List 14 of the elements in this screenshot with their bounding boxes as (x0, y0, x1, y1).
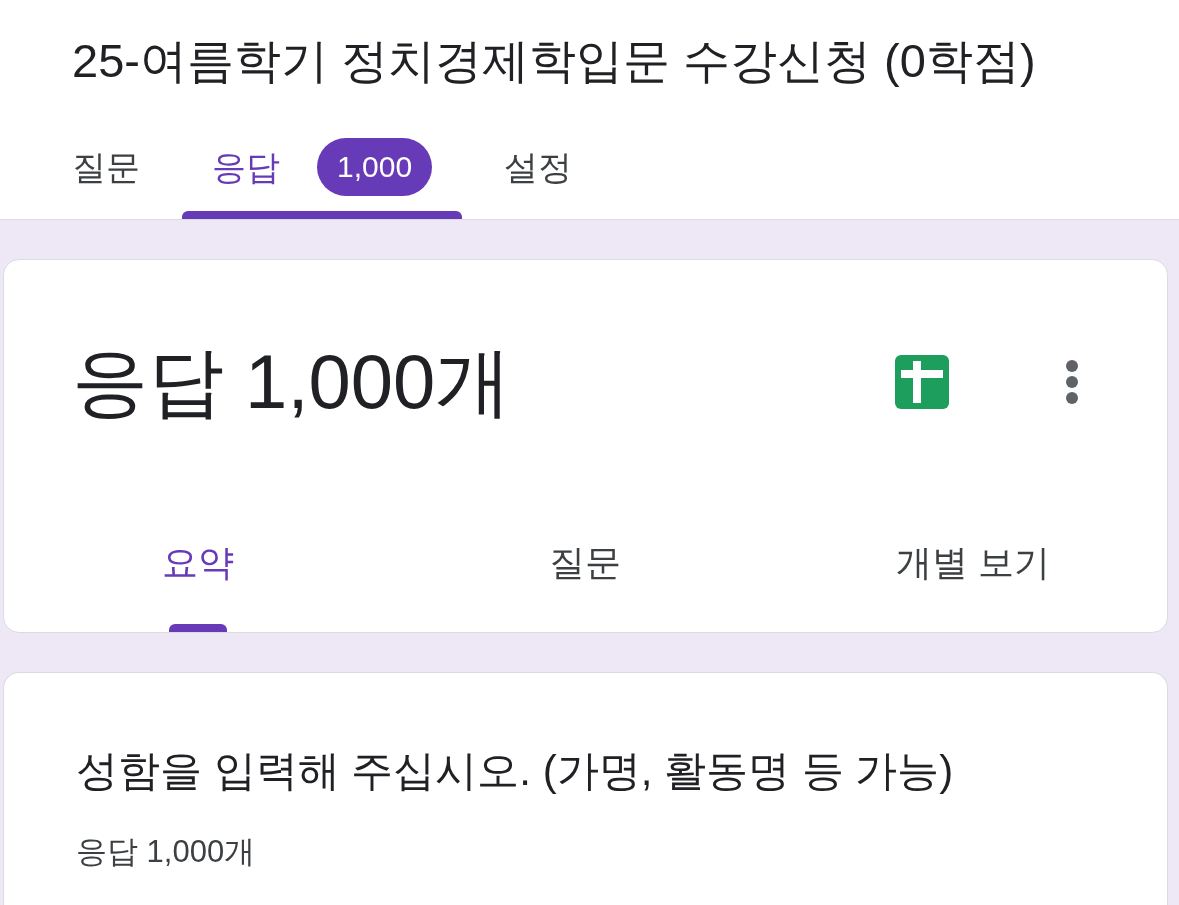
count-badge: 1,000 (317, 138, 433, 196)
response-count-heading: 응답 1,000개 (72, 344, 512, 420)
response-count: 응답 1,000개 (76, 835, 256, 869)
form-title: 25-여름학기 정치경제학입문 수강신청 (0학점) (72, 33, 1036, 89)
more-options-icon[interactable] (1065, 359, 1079, 405)
tab[interactable]: 요약 (4, 498, 392, 632)
tab[interactable]: 설정 (474, 135, 603, 219)
tab[interactable]: 질문 (391, 498, 780, 632)
question-title: 성함을 입력해 주십시오. (가명, 활동명 등 가능) (76, 746, 954, 796)
spreadsheet-icon[interactable] (895, 355, 949, 409)
tab[interactable]: 개별 보기 (779, 498, 1167, 632)
tab[interactable]: 질문 (42, 135, 170, 219)
tab[interactable]: 응답 1,000 (182, 135, 463, 219)
tab-underline (168, 624, 227, 632)
